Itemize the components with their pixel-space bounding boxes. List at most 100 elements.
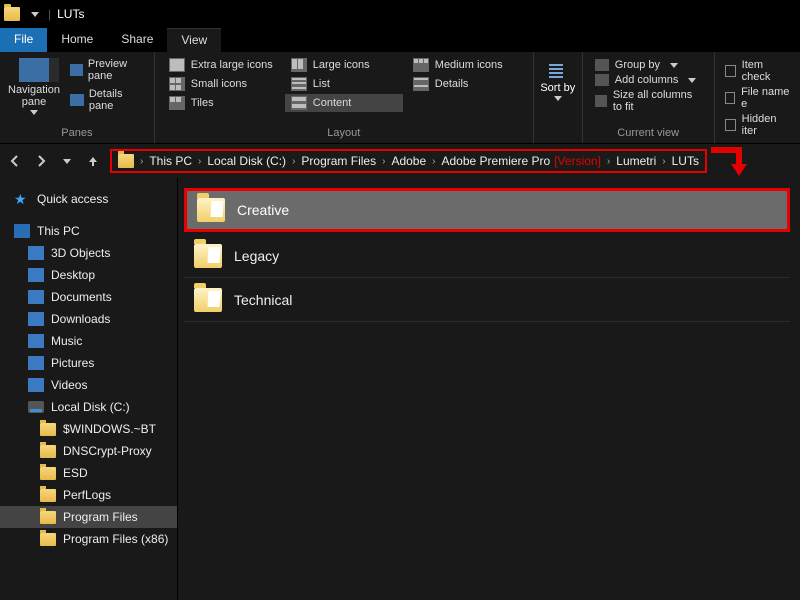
preview-pane-icon <box>70 64 83 76</box>
chevron-right-icon[interactable]: › <box>607 156 610 167</box>
annotation-arrow <box>715 146 755 176</box>
window-folder-icon <box>4 7 20 21</box>
qat-dropdown[interactable] <box>28 12 42 17</box>
sidebar-this-pc[interactable]: This PC <box>0 220 177 242</box>
address-bar[interactable]: › This PC › Local Disk (C:) › Program Fi… <box>110 149 707 173</box>
folder-icon <box>40 445 56 458</box>
ribbon-group-sort: Sort by <box>534 52 583 143</box>
breadcrumb-luts[interactable]: LUTs <box>672 154 699 168</box>
ribbon-group-panes: Navigation pane Preview pane Details pan… <box>0 52 155 143</box>
sidebar-downloads[interactable]: Downloads <box>0 308 177 330</box>
group-by-icon <box>595 59 609 71</box>
folder-icon <box>28 334 44 348</box>
breadcrumb-lumetri[interactable]: Lumetri <box>616 154 656 168</box>
grid-icon <box>169 58 185 72</box>
hidden-items-toggle[interactable]: Hidden iter <box>723 112 792 138</box>
navigation-pane-button[interactable]: Navigation pane <box>8 56 60 115</box>
list-icon <box>291 77 307 91</box>
layout-extra-large[interactable]: Extra large icons <box>163 56 281 74</box>
layout-large[interactable]: Large icons <box>285 56 403 74</box>
details-pane-icon <box>70 94 84 106</box>
folder-icon <box>194 288 222 312</box>
sidebar-esd[interactable]: ESD <box>0 462 177 484</box>
sidebar-documents[interactable]: Documents <box>0 286 177 308</box>
file-extensions-toggle[interactable]: File name e <box>723 85 792 111</box>
details-icon <box>413 77 429 91</box>
ribbon-group-current-view: Group by Add columns Size all columns to… <box>583 52 715 143</box>
chevron-right-icon[interactable]: › <box>292 156 295 167</box>
layout-small[interactable]: Small icons <box>163 75 281 93</box>
ribbon-group-layout: Extra large icons Small icons Tiles Larg… <box>155 52 534 143</box>
star-icon: ★ <box>14 192 30 206</box>
small-grid-icon <box>169 77 185 91</box>
layout-tiles[interactable]: Tiles <box>163 94 281 112</box>
sidebar-dnscrypt[interactable]: DNSCrypt-Proxy <box>0 440 177 462</box>
chevron-right-icon[interactable]: › <box>432 156 435 167</box>
chevron-right-icon[interactable]: › <box>140 156 143 167</box>
forward-button[interactable] <box>32 152 50 170</box>
layout-list[interactable]: List <box>285 75 403 93</box>
folder-icon <box>194 244 222 268</box>
ribbon-group-show: Item check File name e Hidden iter <box>715 52 800 143</box>
recent-locations-button[interactable] <box>58 152 76 170</box>
content-icon <box>291 96 307 110</box>
sidebar-program-files-x86[interactable]: Program Files (x86) <box>0 528 177 550</box>
sidebar-program-files[interactable]: Program Files <box>0 506 177 528</box>
preview-pane-button[interactable]: Preview pane <box>66 56 146 84</box>
folder-technical[interactable]: Technical <box>184 278 790 322</box>
sidebar-local-disk[interactable]: Local Disk (C:) <box>0 396 177 418</box>
large-grid-icon <box>291 58 307 72</box>
ribbon: Navigation pane Preview pane Details pan… <box>0 52 800 144</box>
folder-creative[interactable]: Creative <box>184 188 790 232</box>
layout-details[interactable]: Details <box>407 75 525 93</box>
file-list: Creative Legacy Technical <box>178 178 800 600</box>
layout-content[interactable]: Content <box>285 94 403 112</box>
folder-icon <box>28 246 44 260</box>
sort-by-button[interactable]: Sort by <box>538 56 578 101</box>
details-pane-button[interactable]: Details pane <box>66 86 146 114</box>
item-checkboxes-toggle[interactable]: Item check <box>723 58 792 84</box>
tab-view[interactable]: View <box>167 28 221 52</box>
breadcrumb-drive[interactable]: Local Disk (C:) <box>207 154 286 168</box>
breadcrumb-program-files[interactable]: Program Files <box>301 154 376 168</box>
group-by-button[interactable]: Group by <box>591 58 706 72</box>
tab-file[interactable]: File <box>0 28 47 52</box>
layout-medium[interactable]: Medium icons <box>407 56 525 74</box>
chevron-right-icon[interactable]: › <box>662 156 665 167</box>
chevron-right-icon[interactable]: › <box>382 156 385 167</box>
folder-icon <box>40 511 56 524</box>
back-button[interactable] <box>6 152 24 170</box>
sidebar-perflogs[interactable]: PerfLogs <box>0 484 177 506</box>
breadcrumb-adobe[interactable]: Adobe <box>391 154 426 168</box>
sidebar-desktop[interactable]: Desktop <box>0 264 177 286</box>
sidebar-3d-objects[interactable]: 3D Objects <box>0 242 177 264</box>
folder-icon <box>40 489 56 502</box>
navigation-bar: › This PC › Local Disk (C:) › Program Fi… <box>0 144 800 178</box>
sidebar-quick-access[interactable]: ★Quick access <box>0 188 177 210</box>
navigation-tree: ★Quick access This PC 3D Objects Desktop… <box>0 178 178 600</box>
tab-home[interactable]: Home <box>47 28 107 52</box>
folder-icon <box>40 467 56 480</box>
medium-grid-icon <box>413 58 429 72</box>
menu-bar: File Home Share View <box>0 28 800 52</box>
tab-share[interactable]: Share <box>107 28 167 52</box>
sidebar-windows-bt[interactable]: $WINDOWS.~BT <box>0 418 177 440</box>
folder-icon <box>28 312 44 326</box>
folder-icon <box>28 290 44 304</box>
folder-icon <box>40 423 56 436</box>
add-columns-button[interactable]: Add columns <box>591 73 706 87</box>
sidebar-music[interactable]: Music <box>0 330 177 352</box>
chevron-right-icon[interactable]: › <box>198 156 201 167</box>
sidebar-pictures[interactable]: Pictures <box>0 352 177 374</box>
body: ★Quick access This PC 3D Objects Desktop… <box>0 178 800 600</box>
up-button[interactable] <box>84 152 102 170</box>
breadcrumb-this-pc[interactable]: This PC <box>149 154 192 168</box>
navigation-pane-icon <box>19 58 49 82</box>
window-title: LUTs <box>57 7 84 21</box>
folder-icon <box>197 198 225 222</box>
size-columns-button[interactable]: Size all columns to fit <box>591 88 706 114</box>
folder-legacy[interactable]: Legacy <box>184 234 790 278</box>
sidebar-videos[interactable]: Videos <box>0 374 177 396</box>
breadcrumb-premiere[interactable]: Adobe Premiere Pro [Version] <box>441 154 600 168</box>
pc-icon <box>14 224 30 238</box>
